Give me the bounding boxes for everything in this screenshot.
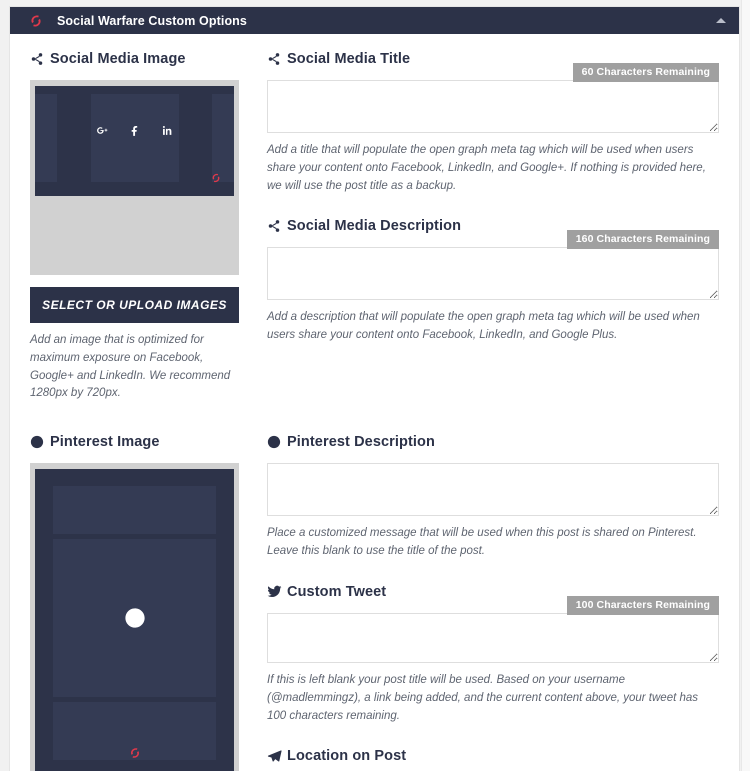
custom-tweet-character-counter: 100 Characters Remaining [566,595,719,615]
linkedin-icon [160,124,173,139]
share-icon [267,52,287,66]
social-media-title-input-wrap: 60 Characters Remaining [267,63,719,133]
share-icon [30,52,50,66]
pinterest-icon [30,435,50,449]
pinterest-icon [267,435,287,449]
social-media-description-help: Add a description that will populate the… [267,311,700,342]
social-media-description-input-wrap: 160 Characters Remaining [267,230,719,301]
select-or-upload-images-button[interactable]: SELECT OR UPLOAD IMAGES [30,287,239,323]
pinterest-description-input[interactable] [267,463,719,517]
social-warfare-logo-icon [27,12,44,29]
google-plus-icon [96,124,109,139]
pinterest-image-preview[interactable] [30,463,239,771]
pinterest-image-heading: Pinterest Image [30,433,248,451]
page-scrollbar[interactable] [741,0,750,771]
preview-pinterest-icon [35,607,234,634]
metabox-header: Social Warfare Custom Options [10,7,739,34]
social-media-image-column: Social Media Image SELECT OR UPLOAD IMAG… [30,50,258,403]
social-media-description-character-counter: 160 Characters Remaining [566,230,719,250]
location-on-post-heading-label: Location on Post [287,748,407,765]
social-media-image-heading: Social Media Image [30,50,248,68]
section-divider-space [30,403,719,433]
pinterest-description-help: Place a customized message that will be … [267,527,697,558]
custom-tweet-help: If this is left blank your post title wi… [267,673,699,722]
paper-plane-icon [267,749,287,764]
social-media-title-heading-label: Social Media Title [287,51,411,67]
pinterest-text-column: Pinterest Description Place a customized… [258,433,719,771]
custom-tweet-heading-label: Custom Tweet [287,583,387,600]
social-media-title-input[interactable] [267,80,719,133]
social-media-text-column: Social Media Title 60 Characters Remaini… [258,50,719,403]
custom-tweet-input[interactable] [267,612,719,663]
facebook-icon [128,124,141,139]
social-media-image-help: Add an image that is optimized for maxim… [30,334,231,400]
pinterest-image-column: Pinterest Image [30,433,258,771]
pinterest-description-heading: Pinterest Description [267,433,719,451]
pinterest-description-field: Pinterest Description Place a customized… [267,433,719,561]
social-media-description-input[interactable] [267,247,719,301]
social-media-row: Social Media Image SELECT OR UPLOAD IMAG… [30,50,719,403]
social-media-description-heading-label: Social Media Description [287,218,462,235]
location-on-post-heading: Location on Post [267,747,719,765]
mock-box-top [53,486,216,535]
location-on-post-field: Location on Post Default Where would y [267,747,719,771]
metabox-body: Social Media Image SELECT OR UPLOAD IMAG… [10,34,739,771]
pinterest-description-input-wrap [267,463,719,517]
pinterest-row: Pinterest Image Pinterest Description Pl… [30,433,719,771]
social-warfare-metabox: Social Warfare Custom Options Social Med… [9,6,740,771]
preview-mock-pinterest [35,469,234,771]
preview-mock-social [35,86,234,196]
social-media-title-field: Social Media Title 60 Characters Remaini… [267,50,719,195]
custom-tweet-input-wrap: 100 Characters Remaining [267,595,719,663]
pinterest-description-heading-label: Pinterest Description [287,434,435,451]
preview-network-icons [35,124,234,139]
preview-watermark-social-warfare-logo [210,171,222,189]
twitter-icon [267,584,287,599]
social-media-image-heading-label: Social Media Image [50,51,186,67]
social-media-image-preview[interactable] [30,80,239,275]
metabox-title: Social Warfare Custom Options [57,13,247,28]
custom-tweet-field: Custom Tweet 100 Characters Remaining If… [267,583,719,725]
caret-up-icon [716,18,726,23]
metabox-collapse-toggle[interactable] [713,13,729,29]
social-media-title-character-counter: 60 Characters Remaining [572,63,719,82]
social-media-description-field: Social Media Description 160 Characters … [267,217,719,345]
preview-watermark-social-warfare-logo [35,746,234,765]
pinterest-image-heading-label: Pinterest Image [50,434,160,451]
social-media-title-help: Add a title that will populate the open … [267,144,706,192]
share-icon [267,219,287,233]
screen: Social Warfare Custom Options Social Med… [0,0,750,771]
